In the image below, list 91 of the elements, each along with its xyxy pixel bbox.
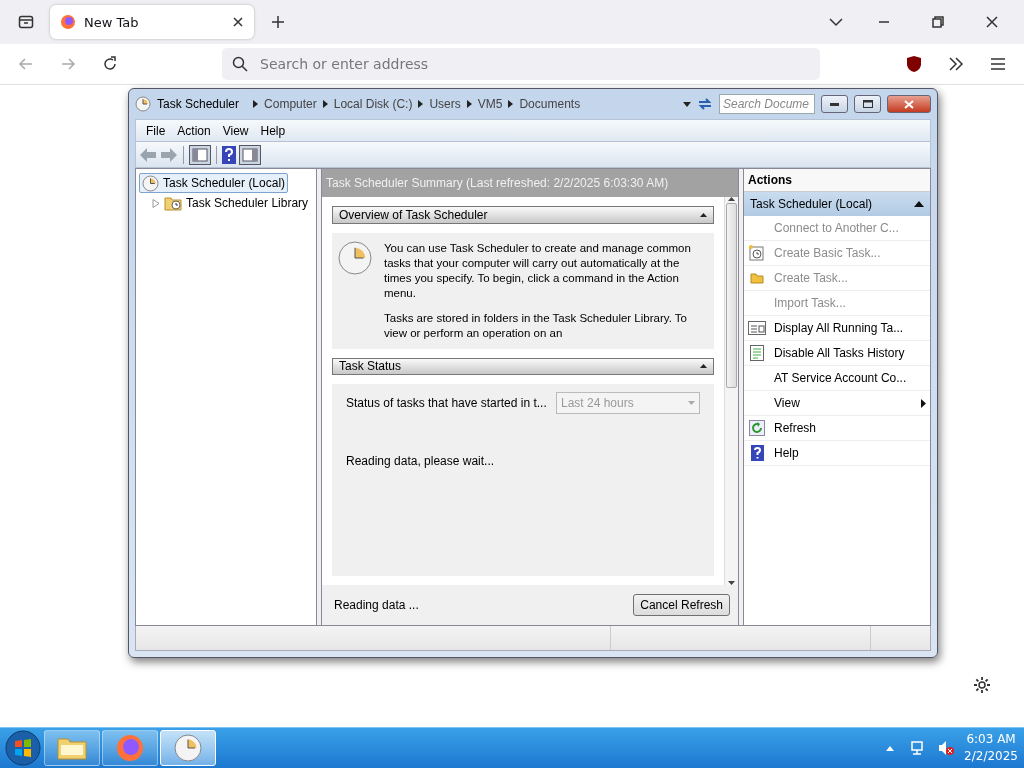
menu-item[interactable]: Help [254,123,292,138]
tab-title: New Tab [84,14,140,30]
expand-triangle-icon[interactable] [152,198,160,208]
action-group-header[interactable]: Task Scheduler (Local) [744,192,930,216]
command-item[interactable]: Help [744,441,930,466]
breadcrumb-arrow-icon [418,100,424,108]
breadcrumb-item[interactable]: VM5 [477,97,503,111]
taskbar-app-button[interactable] [44,730,100,766]
collapse-caret-icon [700,364,707,369]
description-text: Tasks are stored in folders in the Task Scheduler Library. To view or perform an operation on an [384,310,688,341]
close-icon[interactable] [986,16,998,28]
breadcrumb-item[interactable]: Users [429,97,461,111]
loading-message: Reading data, please wait... [345,453,496,470]
folder-icon [750,272,764,284]
pane-toggle-icon[interactable] [239,144,261,165]
show-hidden-icons-icon[interactable] [886,745,895,751]
pane-toggle-icon[interactable] [189,144,211,165]
breadcrumb-item[interactable]: Local Disk (C:) [333,97,413,111]
dropdown-caret-icon [688,401,695,405]
clock-icon [174,734,202,762]
command-item[interactable]: Refresh [744,416,930,441]
close-button[interactable] [887,95,931,113]
globe-icon [60,14,76,30]
browser-tab[interactable]: New Tab [50,5,254,39]
breadcrumb-arrow-icon [508,100,514,108]
command-item[interactable]: AT Service Account Co... [744,366,930,391]
maximize-icon [862,100,873,108]
breadcrumb-arrow-icon [253,100,259,108]
command-item[interactable]: View [744,391,930,416]
command-item[interactable]: Display All Running Ta... [744,316,930,341]
minimize-icon [830,102,839,106]
close-icon[interactable] [232,16,244,28]
description-text: You can use Task Scheduler to create and manage common tasks that your computer will carry out automatically at the times you specify. To begin, click a command in the Action menu. [384,240,692,301]
breadcrumb-arrow-icon [466,100,472,108]
restore-icon[interactable] [932,16,944,28]
status-text: Reading data ... [334,598,419,612]
globe-icon [116,734,144,762]
refresh-arrows-icon[interactable] [697,97,713,111]
menu-item[interactable]: Action [171,123,217,138]
folder-icon [57,736,87,760]
tree-item[interactable]: Task Scheduler (Local) [139,173,289,193]
shield-icon[interactable] [906,55,922,73]
search-icon [232,56,248,72]
refresh-icon [749,420,765,436]
new-tab-icon[interactable] [271,15,285,29]
summary-title: Task Scheduler Summary (Last refreshed: 2/2/2025 6:03:30 AM) [322,169,738,197]
command-item[interactable]: Disable All Tasks History [744,341,930,366]
minimize-button[interactable] [821,95,848,113]
calendar-clock-icon [749,245,765,261]
filter-label: Status of tasks that have started in t... [346,396,547,410]
tab-list-icon[interactable] [18,14,34,30]
folder-clock-icon [164,195,182,211]
help-icon[interactable] [222,145,236,164]
window-title: Task Scheduler [157,97,240,111]
section-header[interactable]: Task Status [332,357,714,375]
clock-icon [135,96,151,112]
clock-time: 6:03 AM [965,731,1017,748]
breadcrumb-item[interactable]: Documents [519,97,581,111]
search-field[interactable]: Search Docume [719,94,815,114]
maximize-button[interactable] [854,95,881,113]
address-input[interactable]: Search or enter address [258,55,810,73]
speaker-muted-icon[interactable] [938,740,955,756]
actions-header: Actions [744,169,930,192]
breadcrumb-item[interactable]: Computer [264,97,317,111]
submenu-arrow-icon [921,398,926,408]
collapse-caret-icon [700,212,707,217]
dropdown-caret-icon[interactable] [683,101,691,107]
clock-date: 2/2/2025 [964,748,1018,765]
cancel-refresh-button[interactable]: Cancel Refresh [633,594,730,616]
taskbar-app-button[interactable] [160,730,216,766]
start-orb-icon[interactable] [4,729,42,767]
scrollbar[interactable] [724,197,738,585]
close-icon [904,99,914,109]
document-list-icon [750,345,764,361]
menu-item[interactable]: File [140,123,172,138]
address-bar[interactable]: Search or enter address [222,48,820,80]
menu-icon[interactable] [990,57,1006,71]
breadcrumb-arrow-icon [322,100,328,108]
collapse-triangle-icon [914,201,924,207]
menu-item[interactable]: View [216,123,255,138]
tree-item[interactable]: Task Scheduler Library [149,193,313,213]
help-icon [750,445,764,461]
list-window-icon [748,321,766,335]
section-header[interactable]: Overview of Task Scheduler [332,206,714,224]
clock-icon [338,240,372,275]
reload-icon[interactable] [102,56,118,72]
clock-icon [142,174,159,192]
overflow-chevrons-icon[interactable] [948,57,964,71]
taskbar-clock[interactable]: 6:03 AM 2/2/2025 [964,731,1018,765]
chevron-down-icon[interactable] [829,17,843,27]
settings-icon[interactable] [973,676,991,694]
